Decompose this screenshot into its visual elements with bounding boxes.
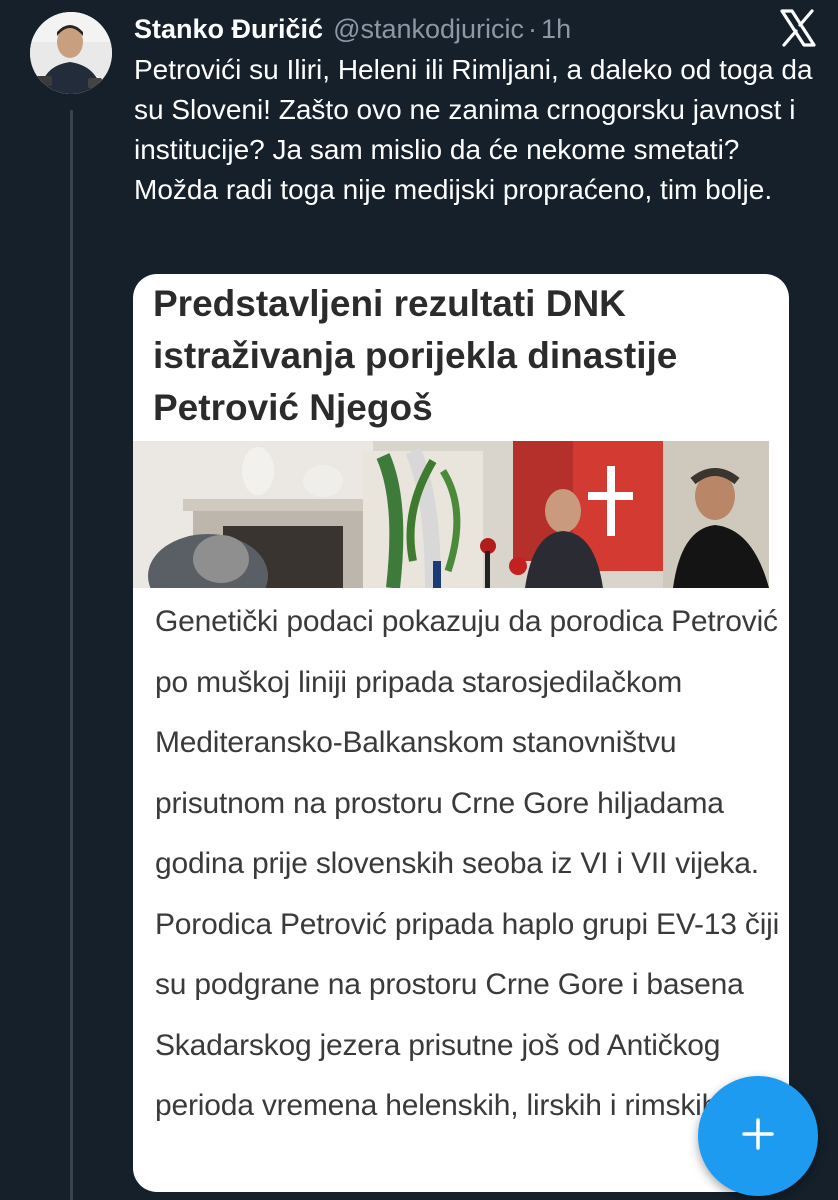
author-avatar[interactable] xyxy=(30,12,112,94)
article-excerpt: Genetički podaci pokazuju da porodica Pe… xyxy=(155,605,780,1122)
article-headline: Predstavljeni rezultati DNK istraživanja… xyxy=(153,283,678,428)
meta-separator: · xyxy=(528,13,538,44)
author-name[interactable]: Stanko Đuričić xyxy=(134,14,323,45)
tweet-text: Petrovići su Iliri, Heleni ili Rimljani,… xyxy=(134,54,813,205)
article-photo xyxy=(133,441,769,618)
author-handle[interactable]: @stankodjuricic xyxy=(333,14,524,45)
plus-icon xyxy=(741,1117,775,1156)
tweet-timestamp[interactable]: 1h xyxy=(541,14,571,45)
x-logo-icon[interactable] xyxy=(778,8,818,48)
compose-tweet-button[interactable] xyxy=(698,1076,818,1196)
attached-media-card[interactable]: Predstavljeni rezultati DNK istraživanja… xyxy=(133,274,789,1192)
tweet-header: Stanko Đuričić @stankodjuricic · 1h xyxy=(134,12,571,46)
thread-connector-line xyxy=(70,110,73,1200)
